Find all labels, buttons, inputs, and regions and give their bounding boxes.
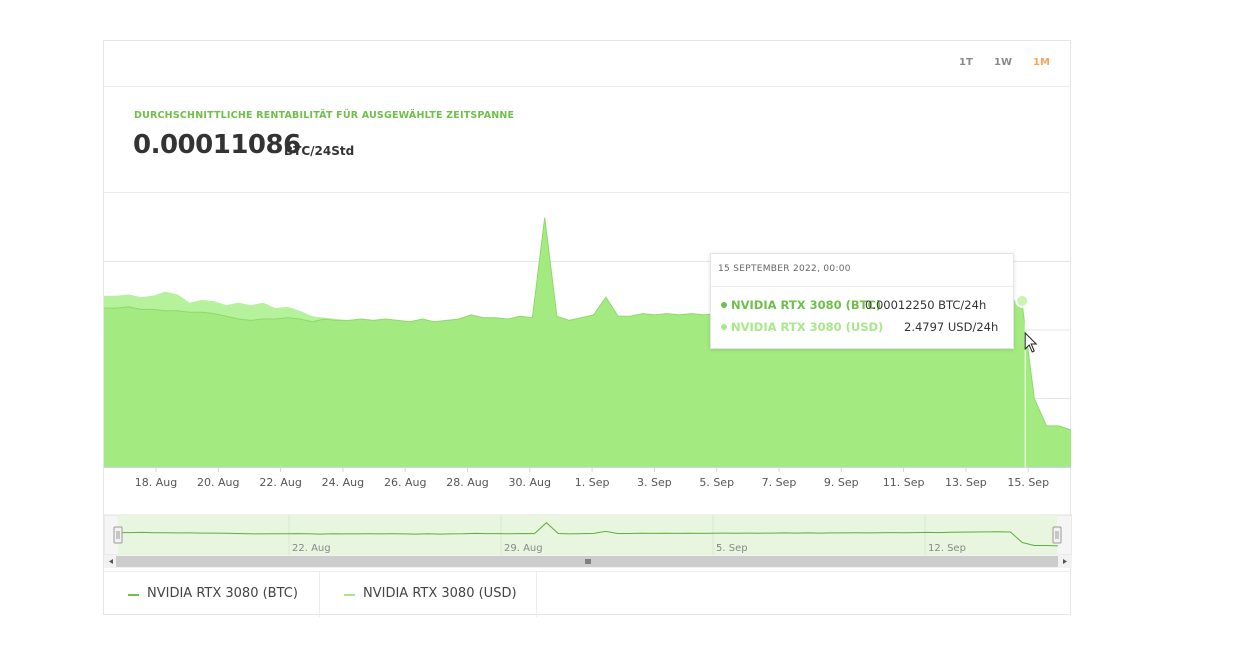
x-tick-label: 11. Sep <box>883 476 925 489</box>
tooltip-value-usd: 2.4797 USD/24h <box>904 320 999 334</box>
tooltip-row-usd: NVIDIA RTX 3080 (USD) <box>721 320 883 334</box>
legend-item-usd[interactable]: NVIDIA RTX 3080 (USD) <box>320 572 537 617</box>
x-tick-label: 22. Aug <box>259 476 301 489</box>
tooltip-dot-usd <box>721 324 727 330</box>
x-axis: 18. Aug 20. Aug 22. Aug 24. Aug 26. Aug 28. A… <box>104 467 1071 489</box>
navigator-handle-left <box>113 526 123 544</box>
tooltip-dot-btc <box>721 302 727 308</box>
x-tick-label: 1. Sep <box>575 476 610 489</box>
x-tick-label: 30. Aug <box>509 476 551 489</box>
navigator-label: 5. Sep <box>716 543 748 554</box>
tooltip-value-btc: 0.00012250 BTC/24h <box>865 298 987 312</box>
navigator-label: 22. Aug <box>292 543 331 554</box>
navigator-selection <box>118 515 1057 555</box>
tooltip-divider <box>711 286 1013 287</box>
legend-label-usd: NVIDIA RTX 3080 (USD) <box>363 586 517 601</box>
x-tick-label: 26. Aug <box>384 476 426 489</box>
x-tick-label: 18. Aug <box>135 476 177 489</box>
chart-legend: NVIDIA RTX 3080 (BTC) NVIDIA RTX 3080 (U… <box>104 571 1070 617</box>
legend-swatch-usd <box>344 594 355 596</box>
navigator-handle-right <box>1052 526 1062 544</box>
x-tick-label: 13. Sep <box>945 476 987 489</box>
x-tick-label: 9. Sep <box>824 476 859 489</box>
navigator-label: 29. Aug <box>504 543 543 554</box>
tooltip-name-usd: NVIDIA RTX 3080 (USD) <box>731 320 884 334</box>
legend-label-btc: NVIDIA RTX 3080 (BTC) <box>147 586 298 601</box>
legend-swatch-btc <box>128 594 139 596</box>
x-tick-label: 20. Aug <box>197 476 239 489</box>
legend-item-btc[interactable]: NVIDIA RTX 3080 (BTC) <box>104 572 320 617</box>
x-tick-label: 15. Sep <box>1007 476 1049 489</box>
tooltip-date: 15 SEPTEMBER 2022, 00:00 <box>718 264 851 274</box>
scrollbar-thumb <box>116 556 1058 567</box>
hover-point <box>1015 293 1030 308</box>
x-tick-label: 5. Sep <box>699 476 734 489</box>
chart-card: 1T 1W 1M DURCHSCHNITTLICHE RENTABILITÄT … <box>103 40 1072 617</box>
x-tick-label: 3. Sep <box>637 476 672 489</box>
x-tick-label: 24. Aug <box>322 476 364 489</box>
x-tick-label: 7. Sep <box>762 476 797 489</box>
navigator-label: 12. Sep <box>928 543 966 554</box>
tooltip-name-btc: NVIDIA RTX 3080 (BTC) <box>731 298 882 312</box>
chart-tooltip: 15 SEPTEMBER 2022, 00:00 NVIDIA RTX 3080… <box>710 253 1014 349</box>
x-tick-label: 28. Aug <box>446 476 488 489</box>
tooltip-row-btc: NVIDIA RTX 3080 (BTC) <box>721 298 881 312</box>
navigator: 22. Aug 29. Aug 5. Sep 12. Sep <box>104 514 1072 568</box>
